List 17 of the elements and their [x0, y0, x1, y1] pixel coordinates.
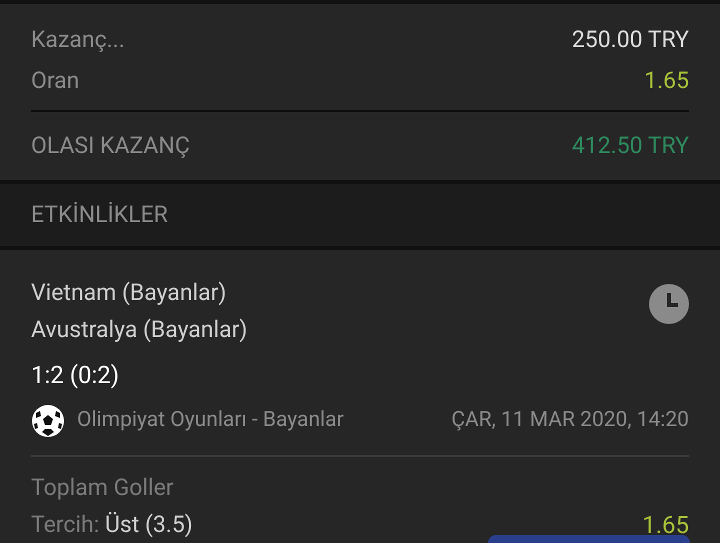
- home-team: Vietnam (Bayanlar): [31, 278, 228, 308]
- league-name: Olimpiyat Oyunları - Bayanlar: [77, 407, 344, 434]
- odds-value: 1.65: [642, 510, 689, 541]
- away-team: Avustralya (Bayanlar): [31, 315, 248, 345]
- soccer-ball-icon: [31, 404, 65, 438]
- total-value: 412.50 TRY: [572, 130, 689, 161]
- match-score: 1:2 (0:2): [31, 360, 120, 391]
- summary-value: 1.65: [644, 66, 689, 96]
- clock-icon: [649, 284, 689, 324]
- section-title: ETKİNLİKLER: [31, 200, 168, 230]
- summary-label: Kazanç...: [31, 25, 125, 56]
- market-name: Toplam Goller: [31, 473, 175, 503]
- choice-text: Tercih: Üst (3.5): [31, 510, 193, 540]
- summary-label: Oran: [31, 66, 80, 96]
- match-date: ÇAR, 11 MAR 2020, 14:20: [451, 407, 689, 434]
- total-label: OLASI KAZANÇ: [31, 130, 190, 161]
- summary-value: 250.00 TRY: [572, 25, 689, 56]
